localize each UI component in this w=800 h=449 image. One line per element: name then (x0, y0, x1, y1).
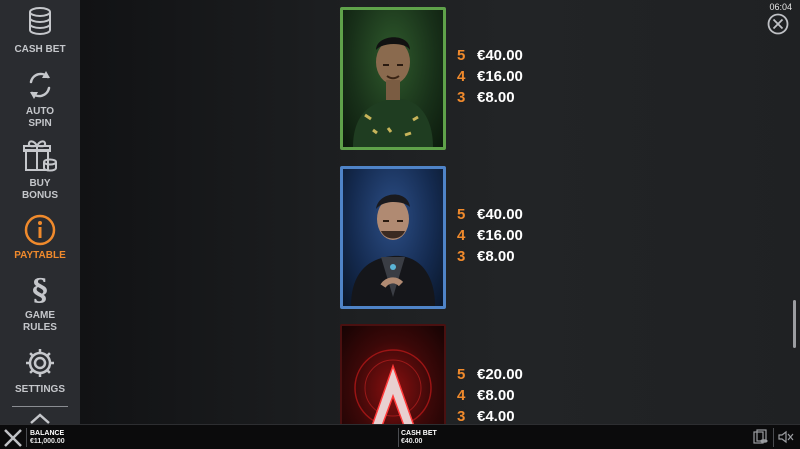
game-app: CASH BET AUTO SPIN BUY BONUS PAYTABLE § … (0, 0, 800, 449)
sidebar-item-label: GAME RULES (23, 310, 57, 333)
payout-list-green-character: 5 €40.00 4 €16.00 3 €8.00 (457, 47, 523, 110)
symbol-green-character (340, 7, 446, 150)
symbol-blue-character (340, 166, 446, 309)
payout-count: 3 (457, 89, 466, 106)
gear-icon (26, 349, 54, 377)
payout-amount: €40.00 (477, 47, 523, 64)
payout-count: 5 (457, 47, 466, 64)
sidebar-item-label: CASH BET (14, 44, 66, 55)
cash-bet-label: CASH BET (401, 430, 437, 437)
clock: 06:04 (769, 2, 792, 12)
balance-display: BALANCE €11,000.00 (30, 430, 65, 446)
bottom-bar: BALANCE €11,000.00 CASH BET €40.00 (0, 424, 800, 449)
symbol-red-a (340, 324, 446, 424)
payout-row: 4 €8.00 (457, 387, 523, 408)
sidebar-item-label: AUTO SPIN (25, 106, 55, 129)
red-a-emblem (354, 349, 432, 424)
payout-count: 5 (457, 366, 466, 383)
autospin-icon (29, 71, 51, 99)
history-icon[interactable] (752, 429, 768, 445)
payout-row: 3 €8.00 (457, 248, 523, 269)
section-icon: § (32, 273, 48, 306)
scrollbar-thumb[interactable] (793, 300, 796, 348)
sidebar: CASH BET AUTO SPIN BUY BONUS PAYTABLE § … (0, 0, 80, 424)
payout-count: 4 (457, 387, 466, 404)
divider (398, 428, 399, 447)
payout-amount: €8.00 (477, 89, 515, 106)
close-paytable-button[interactable] (767, 13, 789, 35)
payout-amount: €40.00 (477, 206, 523, 223)
cash-bet-value: €40.00 (401, 438, 423, 445)
payout-row: 3 €8.00 (457, 89, 523, 110)
payout-amount: €16.00 (477, 68, 523, 85)
gift-coins-icon (23, 140, 57, 172)
payout-count: 3 (457, 408, 466, 424)
coins-stack-icon (29, 7, 51, 36)
payout-amount: €8.00 (477, 387, 515, 404)
payout-count: 4 (457, 68, 466, 85)
divider (773, 428, 774, 447)
sidebar-item-label: PAYTABLE (14, 250, 66, 261)
payout-row: 3 €4.00 (457, 408, 523, 424)
balance-label: BALANCE (30, 430, 65, 437)
divider (26, 428, 27, 447)
sidebar-item-auto-spin[interactable]: AUTO SPIN (0, 68, 80, 130)
sidebar-item-settings[interactable]: SETTINGS (0, 346, 80, 396)
sidebar-divider (12, 406, 68, 407)
blue-character-portrait (351, 194, 435, 306)
payout-row: 5 €20.00 (457, 366, 523, 387)
payout-count: 5 (457, 206, 466, 223)
sidebar-item-label: BUY BONUS (21, 178, 59, 201)
payout-row: 5 €40.00 (457, 206, 523, 227)
payout-row: 4 €16.00 (457, 68, 523, 89)
payout-count: 3 (457, 248, 466, 265)
sidebar-item-game-rules[interactable]: § GAME RULES (0, 272, 80, 334)
sidebar-item-buy-bonus[interactable]: BUY BONUS (0, 138, 80, 202)
payout-amount: €20.00 (477, 366, 523, 383)
payout-list-red-a: 5 €20.00 4 €8.00 3 €4.00 (457, 366, 523, 424)
payout-amount: €4.00 (477, 408, 515, 424)
payout-amount: €8.00 (477, 248, 515, 265)
payout-row: 5 €40.00 (457, 47, 523, 68)
sidebar-item-label: SETTINGS (14, 384, 65, 395)
sound-muted-icon[interactable] (778, 429, 794, 445)
balance-value: €11,000.00 (30, 438, 65, 445)
payout-amount: €16.00 (477, 227, 523, 244)
cash-bet-display: CASH BET €40.00 (401, 430, 437, 446)
svg-text:§: § (32, 273, 48, 306)
paytable-panel: 5 €40.00 4 €16.00 3 €8.00 5 €40.00 4 €16.00 3… (80, 0, 800, 424)
payout-list-blue-character: 5 €40.00 4 €16.00 3 €8.00 (457, 206, 523, 269)
sidebar-item-paytable[interactable]: PAYTABLE (0, 214, 80, 262)
info-icon (24, 214, 56, 246)
sidebar-item-cash-bet[interactable]: CASH BET (0, 6, 80, 56)
chevron-up-icon[interactable] (29, 412, 51, 424)
payout-count: 4 (457, 227, 466, 244)
close-icon[interactable] (2, 427, 24, 449)
payout-row: 4 €16.00 (457, 227, 523, 248)
green-character-portrait (353, 37, 433, 147)
